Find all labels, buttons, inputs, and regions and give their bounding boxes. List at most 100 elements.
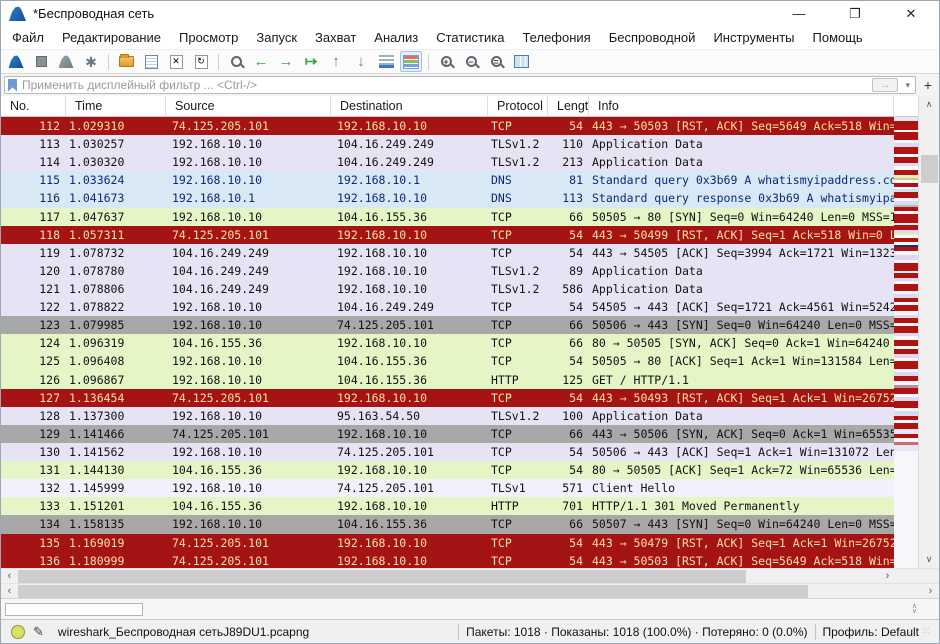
scroll-left-icon[interactable]: ‹ <box>1 569 18 583</box>
previous-packet-button[interactable]: ← <box>250 51 272 72</box>
scroll-left-icon[interactable]: ‹ <box>1 584 18 598</box>
packet-row[interactable]: 1311.144130104.16.155.36192.168.10.10TCP… <box>1 461 894 479</box>
packet-row[interactable]: 1131.030257192.168.10.10104.16.249.249TL… <box>1 135 894 153</box>
packet-row[interactable]: 1281.137300192.168.10.1095.163.54.50TLSv… <box>1 407 894 425</box>
last-packet-button[interactable]: ↓ <box>350 51 372 72</box>
vertical-scroll-track[interactable] <box>919 113 939 551</box>
menu-item-4[interactable]: Захват <box>306 28 365 47</box>
packet-row[interactable]: 1191.078732104.16.249.249192.168.10.10TC… <box>1 244 894 262</box>
close-button[interactable]: ✕ <box>883 1 939 26</box>
add-filter-button[interactable]: + <box>920 77 936 93</box>
packet-row[interactable]: 1231.079985192.168.10.1074.125.205.101TC… <box>1 316 894 334</box>
zoom-out-button[interactable]: − <box>460 51 482 72</box>
minimize-button[interactable]: — <box>771 1 827 26</box>
intelligent-scrollbar[interactable] <box>894 96 918 568</box>
pane-spinner[interactable]: ∧∨ <box>912 604 917 614</box>
column-header-info[interactable]: Info <box>589 96 894 116</box>
packet-cell-len: 54 <box>548 298 589 316</box>
maximize-button[interactable]: ❐ <box>827 1 883 26</box>
horizontal-scroll-thumb[interactable] <box>18 585 808 598</box>
menu-item-7[interactable]: Телефония <box>513 28 599 47</box>
close-file-button[interactable]: ✕ <box>165 51 187 72</box>
zoom-reset-button[interactable]: = <box>485 51 507 72</box>
scroll-right-icon[interactable]: › <box>879 569 896 583</box>
packet-row[interactable]: 1291.14146674.125.205.101192.168.10.10TC… <box>1 425 894 443</box>
packet-row[interactable]: 1141.030320192.168.10.10104.16.249.249TL… <box>1 153 894 171</box>
packet-cell-info: 50506 → 443 [SYN] Seq=0 Win=64240 Len=0 … <box>589 316 894 334</box>
packet-cell-len: 66 <box>548 515 589 533</box>
column-header-time[interactable]: Time <box>66 96 166 116</box>
open-file-button[interactable] <box>115 51 137 72</box>
menu-item-10[interactable]: Помощь <box>804 28 872 47</box>
horizontal-scrollbar-list[interactable]: ‹ › <box>1 568 939 583</box>
window-title: *Беспроводная сеть <box>33 6 154 21</box>
minimap-stripe <box>894 326 918 333</box>
packet-row[interactable]: 1181.05731174.125.205.101192.168.10.10TC… <box>1 226 894 244</box>
horizontal-scroll-thumb[interactable] <box>18 570 746 583</box>
save-file-button[interactable] <box>140 51 162 72</box>
next-packet-button[interactable]: → <box>275 51 297 72</box>
packet-row[interactable]: 1171.047637192.168.10.10104.16.155.36TCP… <box>1 208 894 226</box>
menu-item-3[interactable]: Запуск <box>247 28 306 47</box>
resize-grip[interactable]: ⁙ <box>922 626 936 637</box>
packet-row[interactable]: 1261.096867192.168.10.10104.16.155.36HTT… <box>1 371 894 389</box>
expert-info-icon[interactable] <box>11 625 25 639</box>
display-filter-input[interactable] <box>22 78 867 92</box>
horizontal-scrollbar-pane[interactable]: ‹ › <box>1 583 939 598</box>
packet-row[interactable]: 1361.18099974.125.205.101192.168.10.10TC… <box>1 552 894 568</box>
packet-row[interactable]: 1221.078822192.168.10.10104.16.249.249TC… <box>1 298 894 316</box>
horizontal-scroll-track[interactable] <box>18 569 879 583</box>
column-header-source[interactable]: Source <box>166 96 331 116</box>
stop-capture-button[interactable] <box>30 51 52 72</box>
column-header-destination[interactable]: Destination <box>331 96 488 116</box>
packet-row[interactable]: 1161.041673192.168.10.1192.168.10.10DNS1… <box>1 189 894 207</box>
first-packet-button[interactable]: ↑ <box>325 51 347 72</box>
scroll-down-icon[interactable]: ∨ <box>919 551 939 568</box>
packet-minimap[interactable] <box>894 117 918 568</box>
profile-selector[interactable]: Профиль: Default <box>823 625 920 639</box>
vertical-scrollbar[interactable]: ∧ ∨ <box>918 96 939 568</box>
packet-row[interactable]: 1271.13645474.125.205.101192.168.10.10TC… <box>1 389 894 407</box>
reload-file-button[interactable]: ↻ <box>190 51 212 72</box>
zoom-in-button[interactable]: + <box>435 51 457 72</box>
auto-scroll-button[interactable] <box>375 51 397 72</box>
menu-item-9[interactable]: Инструменты <box>704 28 803 47</box>
colorize-button[interactable] <box>400 51 422 72</box>
apply-filter-button[interactable]: → <box>872 78 898 92</box>
scroll-right-icon[interactable]: › <box>922 584 939 598</box>
menu-item-2[interactable]: Просмотр <box>170 28 247 47</box>
go-to-packet-button[interactable]: ↦ <box>300 51 322 72</box>
start-capture-button[interactable] <box>5 51 27 72</box>
column-header-length[interactable]: Length <box>548 96 589 116</box>
packet-row[interactable]: 1201.078780104.16.249.249192.168.10.10TL… <box>1 262 894 280</box>
display-filter-box[interactable]: → ▾ <box>4 76 916 94</box>
find-packet-button[interactable] <box>225 51 247 72</box>
packet-row[interactable]: 1151.033624192.168.10.10192.168.10.1DNS8… <box>1 171 894 189</box>
menu-item-8[interactable]: Беспроводной <box>600 28 705 47</box>
column-header-no[interactable]: No. <box>1 96 66 116</box>
packet-row[interactable]: 1211.078806104.16.249.249192.168.10.10TL… <box>1 280 894 298</box>
vertical-scroll-thumb[interactable] <box>921 155 938 183</box>
packet-row[interactable]: 1321.145999192.168.10.1074.125.205.101TL… <box>1 479 894 497</box>
column-header-protocol[interactable]: Protocol <box>488 96 548 116</box>
collapsed-pane: ∧∨ <box>1 598 939 619</box>
menu-item-1[interactable]: Редактирование <box>53 28 170 47</box>
restart-capture-button[interactable] <box>55 51 77 72</box>
menu-item-0[interactable]: Файл <box>3 28 53 47</box>
filter-dropdown-caret-icon[interactable]: ▾ <box>903 80 912 91</box>
menu-item-5[interactable]: Анализ <box>365 28 427 47</box>
packet-row[interactable]: 1121.02931074.125.205.101192.168.10.10TC… <box>1 117 894 135</box>
menu-item-6[interactable]: Статистика <box>427 28 513 47</box>
packet-row[interactable]: 1331.151201104.16.155.36192.168.10.10HTT… <box>1 497 894 515</box>
capture-options-button[interactable]: ✱ <box>80 51 102 72</box>
packet-row[interactable]: 1241.096319104.16.155.36192.168.10.10TCP… <box>1 334 894 352</box>
horizontal-scroll-track[interactable] <box>18 584 922 598</box>
bookmark-icon[interactable] <box>8 79 17 92</box>
scroll-up-icon[interactable]: ∧ <box>919 96 939 113</box>
packet-row[interactable]: 1351.16901974.125.205.101192.168.10.10TC… <box>1 534 894 552</box>
packet-row[interactable]: 1341.158135192.168.10.10104.16.155.36TCP… <box>1 515 894 533</box>
packet-row[interactable]: 1251.096408192.168.10.10104.16.155.36TCP… <box>1 352 894 370</box>
annotation-pencil-icon[interactable]: ✎ <box>33 624 44 640</box>
resize-columns-button[interactable] <box>510 51 532 72</box>
packet-row[interactable]: 1301.141562192.168.10.1074.125.205.101TC… <box>1 443 894 461</box>
